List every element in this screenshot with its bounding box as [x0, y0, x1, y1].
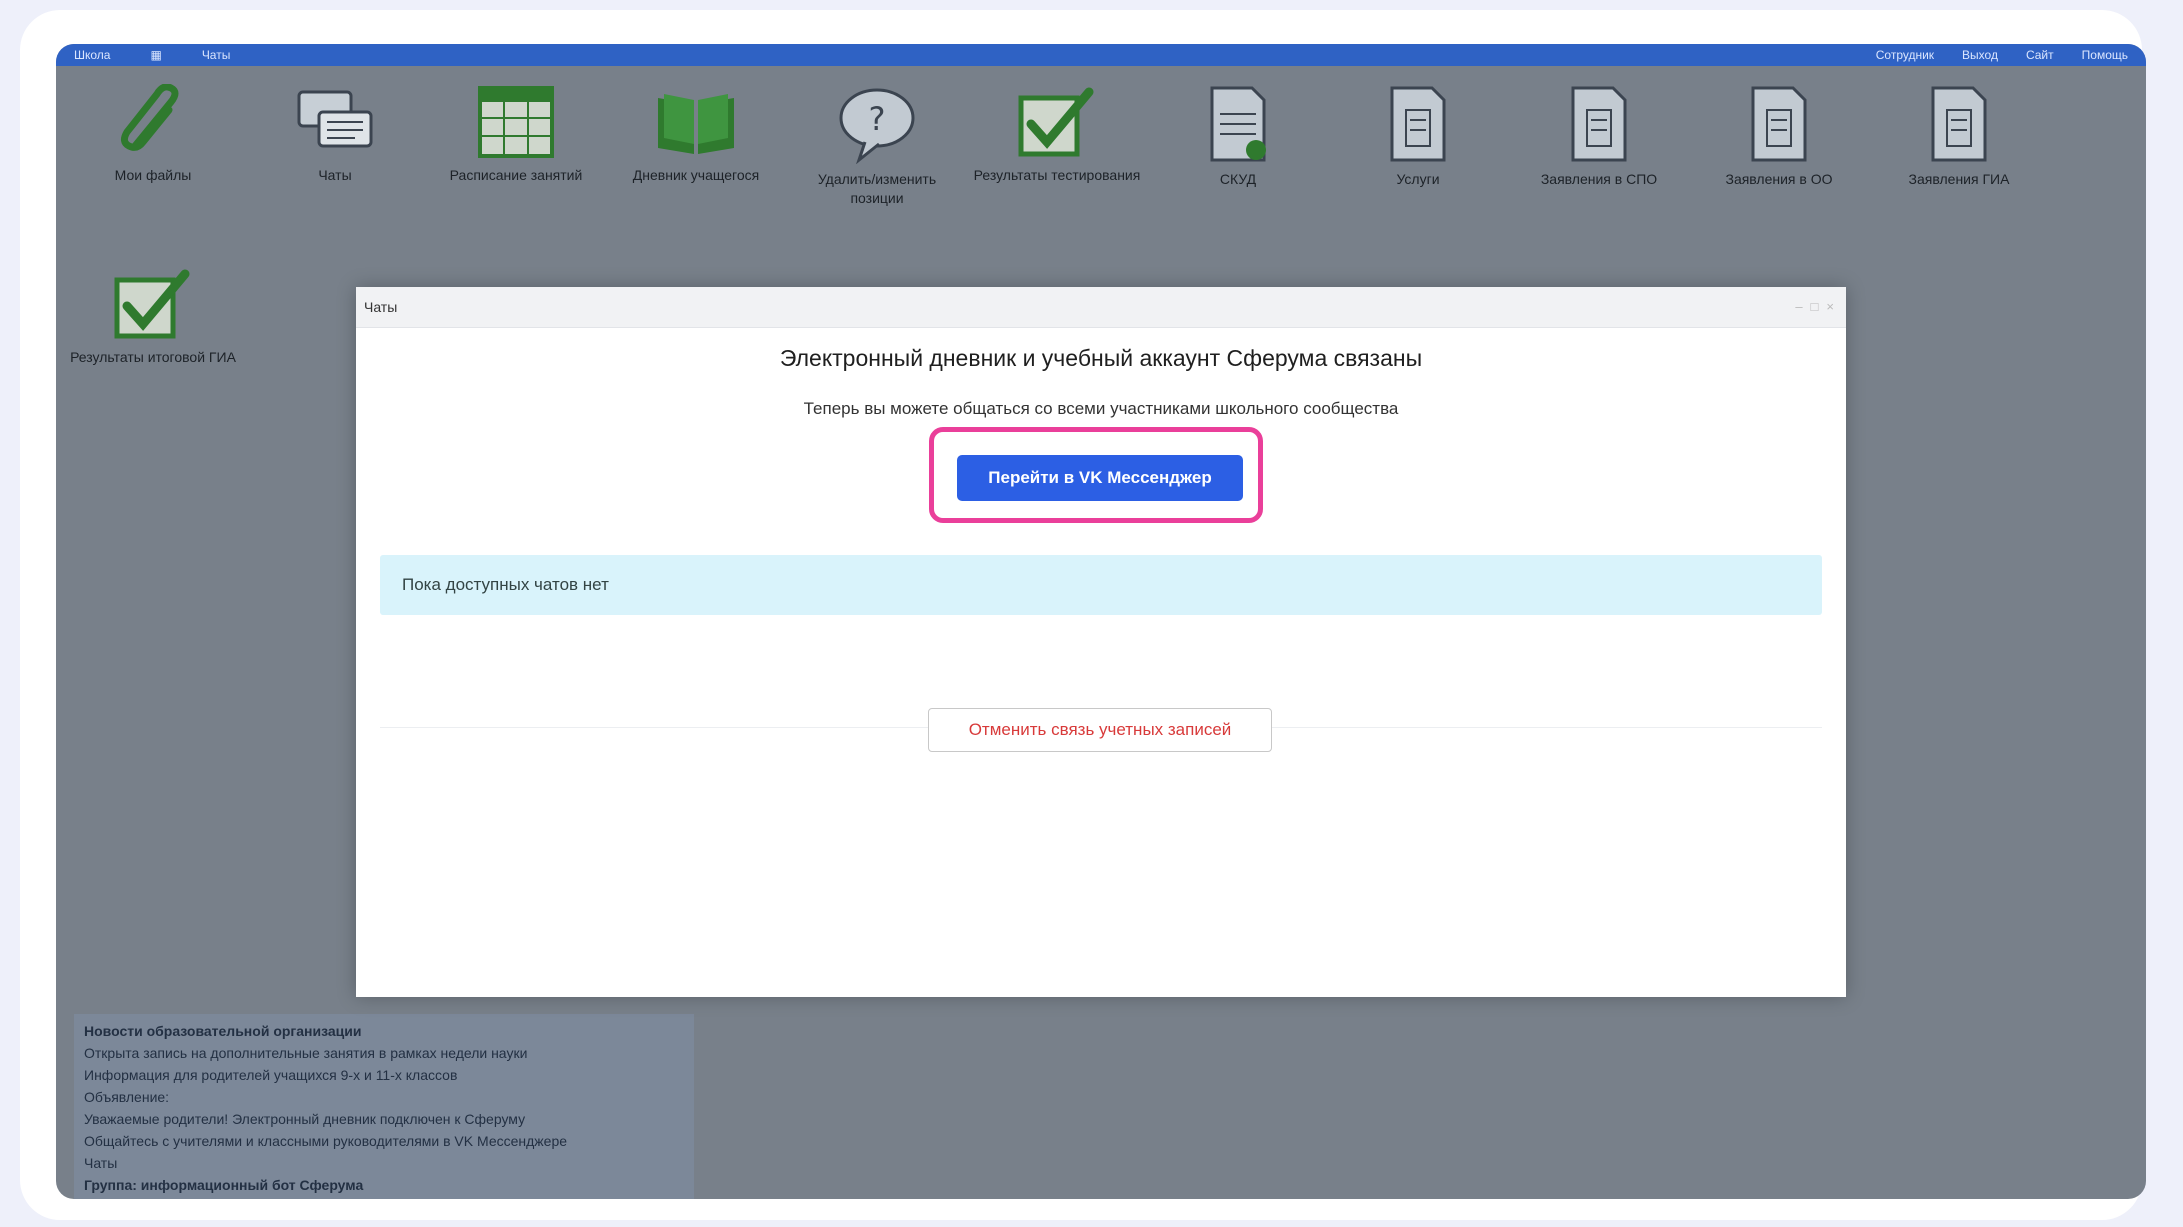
- desktop-icon-spo[interactable]: Заявления в СПО: [1514, 84, 1684, 189]
- news-line[interactable]: Новости образовательной организации: [84, 1020, 684, 1042]
- desktop-icon-label: Мои файлы: [114, 167, 192, 183]
- svg-text:?: ?: [869, 100, 886, 138]
- modal-heading: Электронный дневник и учебный аккаунт Сф…: [779, 345, 1423, 371]
- news-line: Чаты: [84, 1155, 118, 1171]
- desktop-icon-label: Заявления в ОО: [1725, 171, 1833, 187]
- document-icon: [1751, 86, 1807, 162]
- desktop-icon-diary[interactable]: Дневник учащегося: [611, 84, 781, 185]
- desktop-icon-chats[interactable]: Чаты: [250, 84, 420, 185]
- news-line[interactable]: Группа: информационный бот Сферума: [84, 1174, 684, 1196]
- top-bar: Школа ▦ Чаты Сотрудник Выход Сайт Помощь: [56, 44, 2146, 66]
- question-icon: ?: [839, 88, 915, 164]
- empty-chats-alert: Пока доступных чатов нет: [380, 555, 1822, 615]
- paperclip-icon: [120, 84, 179, 151]
- news-line[interactable]: Уважаемые родители! Электронный дневник …: [84, 1108, 684, 1130]
- calendar-icon: [478, 86, 554, 158]
- topbar-item-help[interactable]: Помощь: [2082, 48, 2128, 62]
- document-icon: [1571, 86, 1627, 162]
- desktop-icon-skud[interactable]: СКУД: [1153, 84, 1323, 189]
- modal-title: Чаты: [364, 299, 398, 315]
- desktop-icon-oo[interactable]: Заявления в ОО: [1694, 84, 1864, 189]
- news-panel: Новости образовательной организации Откр…: [74, 1014, 694, 1199]
- desktop-icon-schedule[interactable]: Расписание занятий: [431, 84, 601, 185]
- chats-modal: Чаты – □ × Электронный дневник и учебный…: [356, 287, 1846, 997]
- topbar-item-chats[interactable]: Чаты: [202, 48, 231, 62]
- unlink-accounts-button[interactable]: Отменить связь учетных записей: [928, 708, 1272, 752]
- news-line[interactable]: Открыта запись на дополнительные занятия…: [84, 1042, 684, 1064]
- desktop-icon-label: Чаты: [318, 167, 352, 183]
- news-line[interactable]: Общайтесь с учителями и классными руково…: [84, 1130, 684, 1152]
- document-icon: [1931, 86, 1987, 162]
- desktop-icon-gia[interactable]: Заявления ГИА: [1874, 84, 2044, 189]
- desktop-screen: Школа ▦ Чаты Сотрудник Выход Сайт Помощь…: [56, 44, 2146, 1199]
- topbar-item-school[interactable]: Школа: [74, 48, 110, 62]
- news-line[interactable]: Информация для родителей учащихся 9-х и …: [84, 1064, 684, 1086]
- desktop-icon-help[interactable]: ? Удалить/изменить позиции: [792, 84, 962, 208]
- desktop-icon-label: Расписание занятий: [449, 167, 583, 183]
- desktop-icon-label: СКУД: [1219, 171, 1257, 187]
- desktop-icon-label: Дневник учащегося: [632, 167, 760, 183]
- desktop-icon-gia-results[interactable]: Результаты итоговой ГИА: [68, 266, 238, 367]
- desktop-icon-label: Заявления в СПО: [1540, 171, 1658, 187]
- minimize-icon[interactable]: –: [1795, 299, 1802, 314]
- desktop-icon-label: Результаты итоговой ГИА: [70, 349, 236, 365]
- modal-subtitle: Теперь вы можете общаться со всеми участ…: [803, 399, 1399, 418]
- empty-chats-text: Пока доступных чатов нет: [402, 575, 609, 594]
- close-icon[interactable]: ×: [1826, 299, 1834, 314]
- desktop-icon-label: Заявления ГИА: [1908, 171, 2010, 187]
- topbar-item-grid[interactable]: ▦: [150, 48, 161, 62]
- desktop-icon-my-files[interactable]: Мои файлы: [68, 84, 238, 185]
- topbar-item-user[interactable]: Сотрудник: [1876, 48, 1934, 62]
- desktop-icon-label: Услуги: [1396, 171, 1440, 187]
- topbar-item-logout[interactable]: Выход: [1962, 48, 1998, 62]
- open-vk-messenger-button[interactable]: Перейти в VK Мессенджер: [957, 455, 1243, 501]
- checkbox-icon: [114, 269, 190, 339]
- desktop-icon-test-results[interactable]: Результаты тестирования: [972, 84, 1142, 185]
- book-icon: [658, 94, 734, 154]
- chat-icon: [297, 90, 373, 148]
- desktop-icon-services[interactable]: Услуги: [1333, 84, 1503, 189]
- document-icon: [1390, 86, 1446, 162]
- document-icon: [1210, 86, 1266, 162]
- topbar-item-site[interactable]: Сайт: [2026, 48, 2054, 62]
- checkbox-icon: [1018, 87, 1094, 157]
- desktop-icon-label: Результаты тестирования: [973, 167, 1141, 183]
- news-line: Объявление:: [84, 1089, 170, 1105]
- desktop-icon-label: Удалить/изменить позиции: [817, 171, 937, 206]
- maximize-icon[interactable]: □: [1811, 299, 1819, 314]
- modal-header[interactable]: Чаты – □ ×: [356, 287, 1846, 328]
